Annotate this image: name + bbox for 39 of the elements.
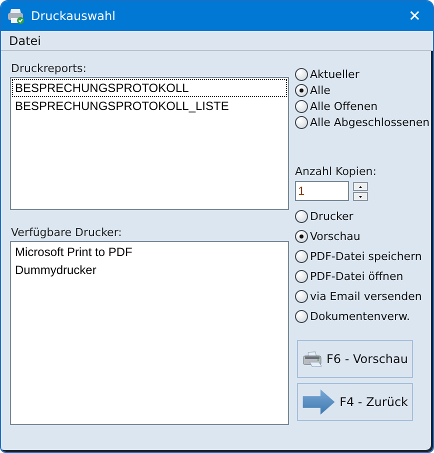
radio-option[interactable]: Alle Abgeschlossenen — [295, 116, 430, 129]
list-box[interactable]: BESPRECHUNGSPROTOKOLL BESPRECHUNGSPROTOKOLL_LISTE — [10, 77, 289, 210]
spin-up-icon[interactable] — [353, 182, 368, 190]
radio-option[interactable]: Aktueller — [295, 68, 430, 81]
preview-button[interactable]: F6 - Vorschau — [297, 340, 413, 378]
radio-button-icon[interactable] — [295, 250, 308, 263]
back-button[interactable]: F4 - Zurück — [297, 383, 413, 421]
list-label: Druckreports: — [10, 62, 88, 75]
radio-button-icon[interactable] — [295, 210, 308, 223]
copies-label: Anzahl Kopien: — [295, 165, 378, 178]
printer-check-icon — [7, 7, 25, 25]
list-item[interactable]: BESPRECHUNGSPROTOKOLL_LISTE — [12, 97, 287, 115]
radio-button-icon[interactable] — [295, 84, 308, 97]
radio-button-icon[interactable] — [295, 116, 308, 129]
radio-option[interactable]: PDF-Datei speichern — [295, 250, 430, 263]
spin-down-icon[interactable] — [353, 192, 368, 200]
menu-item[interactable]: Datei — [9, 34, 42, 48]
radio-button-icon[interactable] — [295, 290, 308, 303]
radio-button-icon[interactable] — [295, 68, 308, 81]
radio-button-icon[interactable] — [295, 270, 308, 283]
radio-option[interactable]: Dokumentenverw. — [295, 310, 430, 323]
list-item[interactable]: Dummydrucker — [12, 261, 287, 279]
radio-option[interactable]: Alle — [295, 84, 430, 97]
radio-option[interactable]: PDF-Datei öffnen — [295, 270, 430, 283]
close-button[interactable]: ✕ — [402, 7, 427, 25]
copies-field[interactable]: 1 — [295, 181, 349, 201]
window-title: Druckauswahl — [31, 9, 116, 23]
radio-option[interactable]: Alle Offenen — [295, 100, 430, 113]
list-label: Verfügbare Drucker: — [10, 226, 123, 239]
radio-button-icon[interactable] — [295, 310, 308, 323]
list-item[interactable]: Microsoft Print to PDF — [12, 243, 287, 261]
radio-option[interactable]: via Email versenden — [295, 290, 430, 303]
radio-option[interactable]: Vorschau — [295, 230, 430, 243]
radio-button-icon[interactable] — [295, 100, 308, 113]
radio-option[interactable]: Drucker — [295, 210, 430, 223]
right-arrow-icon — [302, 387, 336, 417]
list-item[interactable]: BESPRECHUNGSPROTOKOLL — [12, 79, 287, 97]
radio-button-icon[interactable] — [295, 230, 308, 243]
list-box[interactable]: Microsoft Print to PDF Dummydrucker — [10, 241, 289, 425]
